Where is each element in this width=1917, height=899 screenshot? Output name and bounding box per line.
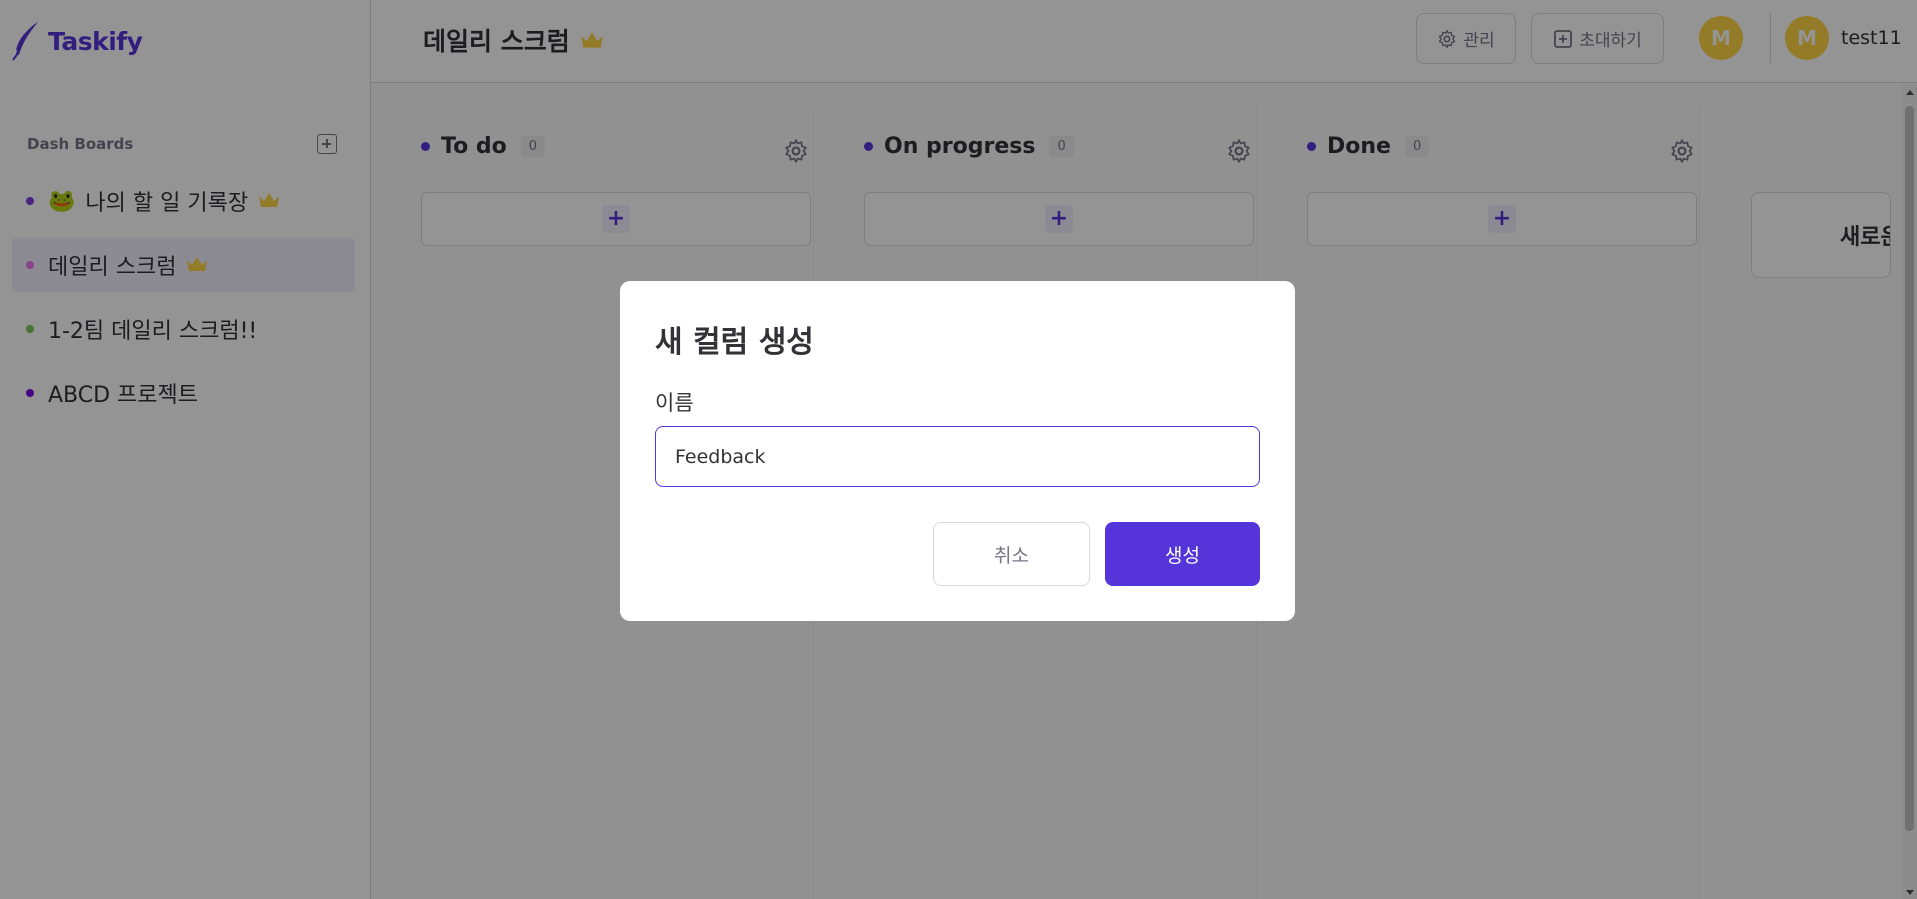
- create-button[interactable]: 생성: [1105, 522, 1260, 586]
- column-name-input[interactable]: [655, 426, 1260, 487]
- create-column-modal: 새 컬럼 생성 이름 취소 생성: [620, 281, 1295, 621]
- modal-title: 새 컬럼 생성: [655, 325, 814, 360]
- cancel-button[interactable]: 취소: [933, 522, 1090, 586]
- name-field-label: 이름: [655, 391, 694, 415]
